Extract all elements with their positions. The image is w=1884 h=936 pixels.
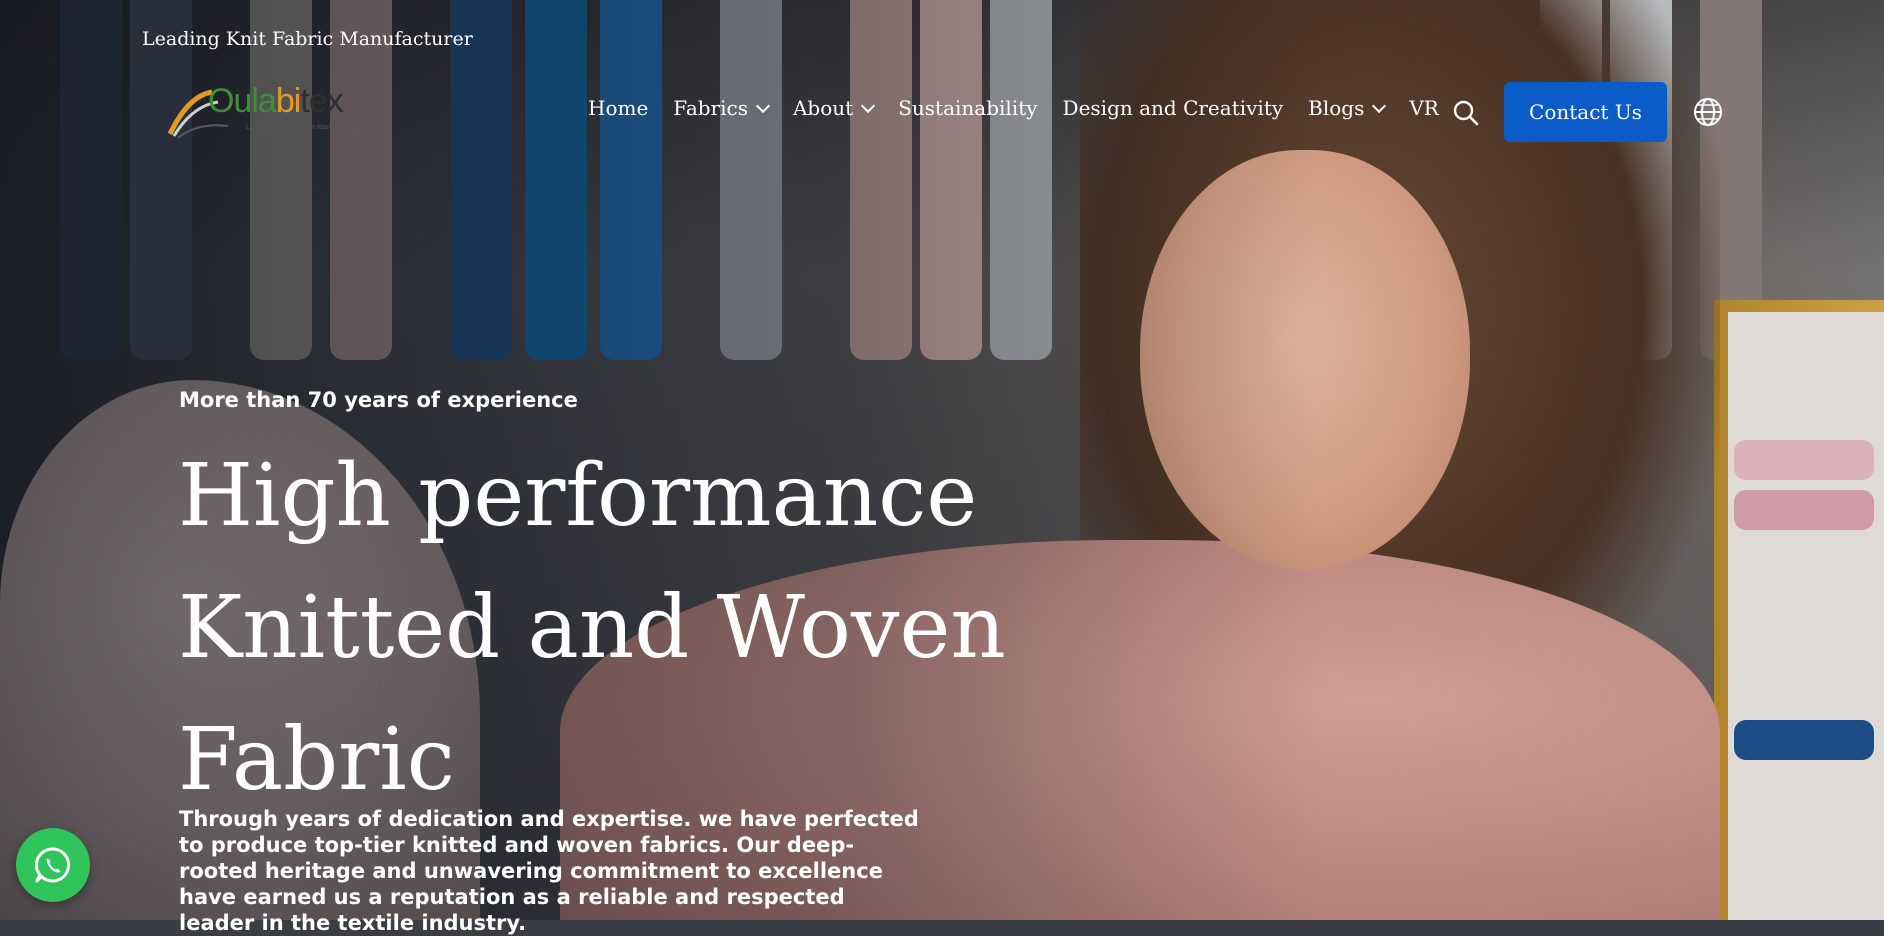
hero-headline-line: High performance — [178, 446, 978, 546]
search-icon[interactable] — [1451, 98, 1481, 128]
chevron-down-icon — [1372, 98, 1387, 114]
nav-item-vr[interactable]: VR — [1409, 96, 1439, 120]
nav-item-about[interactable]: About — [792, 96, 876, 120]
nav-item-label: Sustainability — [898, 96, 1038, 120]
chevron-down-icon — [755, 98, 771, 114]
nav-item-label: Blogs — [1308, 96, 1365, 120]
logo-part-oula: Oula — [208, 82, 277, 120]
nav-item-label: VR — [1409, 96, 1439, 120]
nav-item-blogs[interactable]: Blogs — [1308, 96, 1387, 120]
main-navigation: Home Fabrics About Sustainability Design… — [588, 96, 1464, 120]
whatsapp-chat-button[interactable] — [16, 828, 90, 902]
hero-eyebrow: More than 70 years of experience — [179, 388, 578, 412]
logo-part-bi: bi — [275, 82, 301, 120]
nav-item-label: Design and Creativity — [1062, 96, 1284, 120]
globe-icon[interactable] — [1692, 96, 1724, 128]
logo-subtitle: Leading Knit & Woven Manufacturer — [246, 124, 359, 131]
nav-item-design-and-creativity[interactable]: Design and Creativity — [1063, 96, 1284, 120]
nav-item-sustainability[interactable]: Sustainability — [898, 96, 1037, 120]
nav-item-label: Fabrics — [673, 96, 748, 120]
hero-headline-line: Knitted and Woven — [178, 578, 1006, 678]
whatsapp-icon — [34, 847, 71, 883]
hero-description: Through years of dedication and expertis… — [179, 807, 919, 935]
company-logo[interactable]: Oulabitex Leading Knit & Woven Manufactu… — [168, 82, 378, 142]
contact-us-button[interactable]: Contact Us — [1504, 82, 1667, 142]
chevron-down-icon — [861, 98, 876, 114]
logo-part-tex: tex — [300, 82, 343, 120]
nav-item-fabrics[interactable]: Fabrics — [673, 96, 771, 120]
nav-item-label: About — [792, 96, 854, 120]
hero-headline: High performance Knitted and Woven Fabri… — [178, 430, 1138, 826]
logo-wordmark: Oulabitex — [208, 82, 344, 121]
header-tagline: Leading Knit Fabric Manufacturer — [142, 28, 473, 50]
nav-item-home[interactable]: Home — [588, 96, 648, 120]
nav-item-label: Home — [588, 96, 649, 120]
